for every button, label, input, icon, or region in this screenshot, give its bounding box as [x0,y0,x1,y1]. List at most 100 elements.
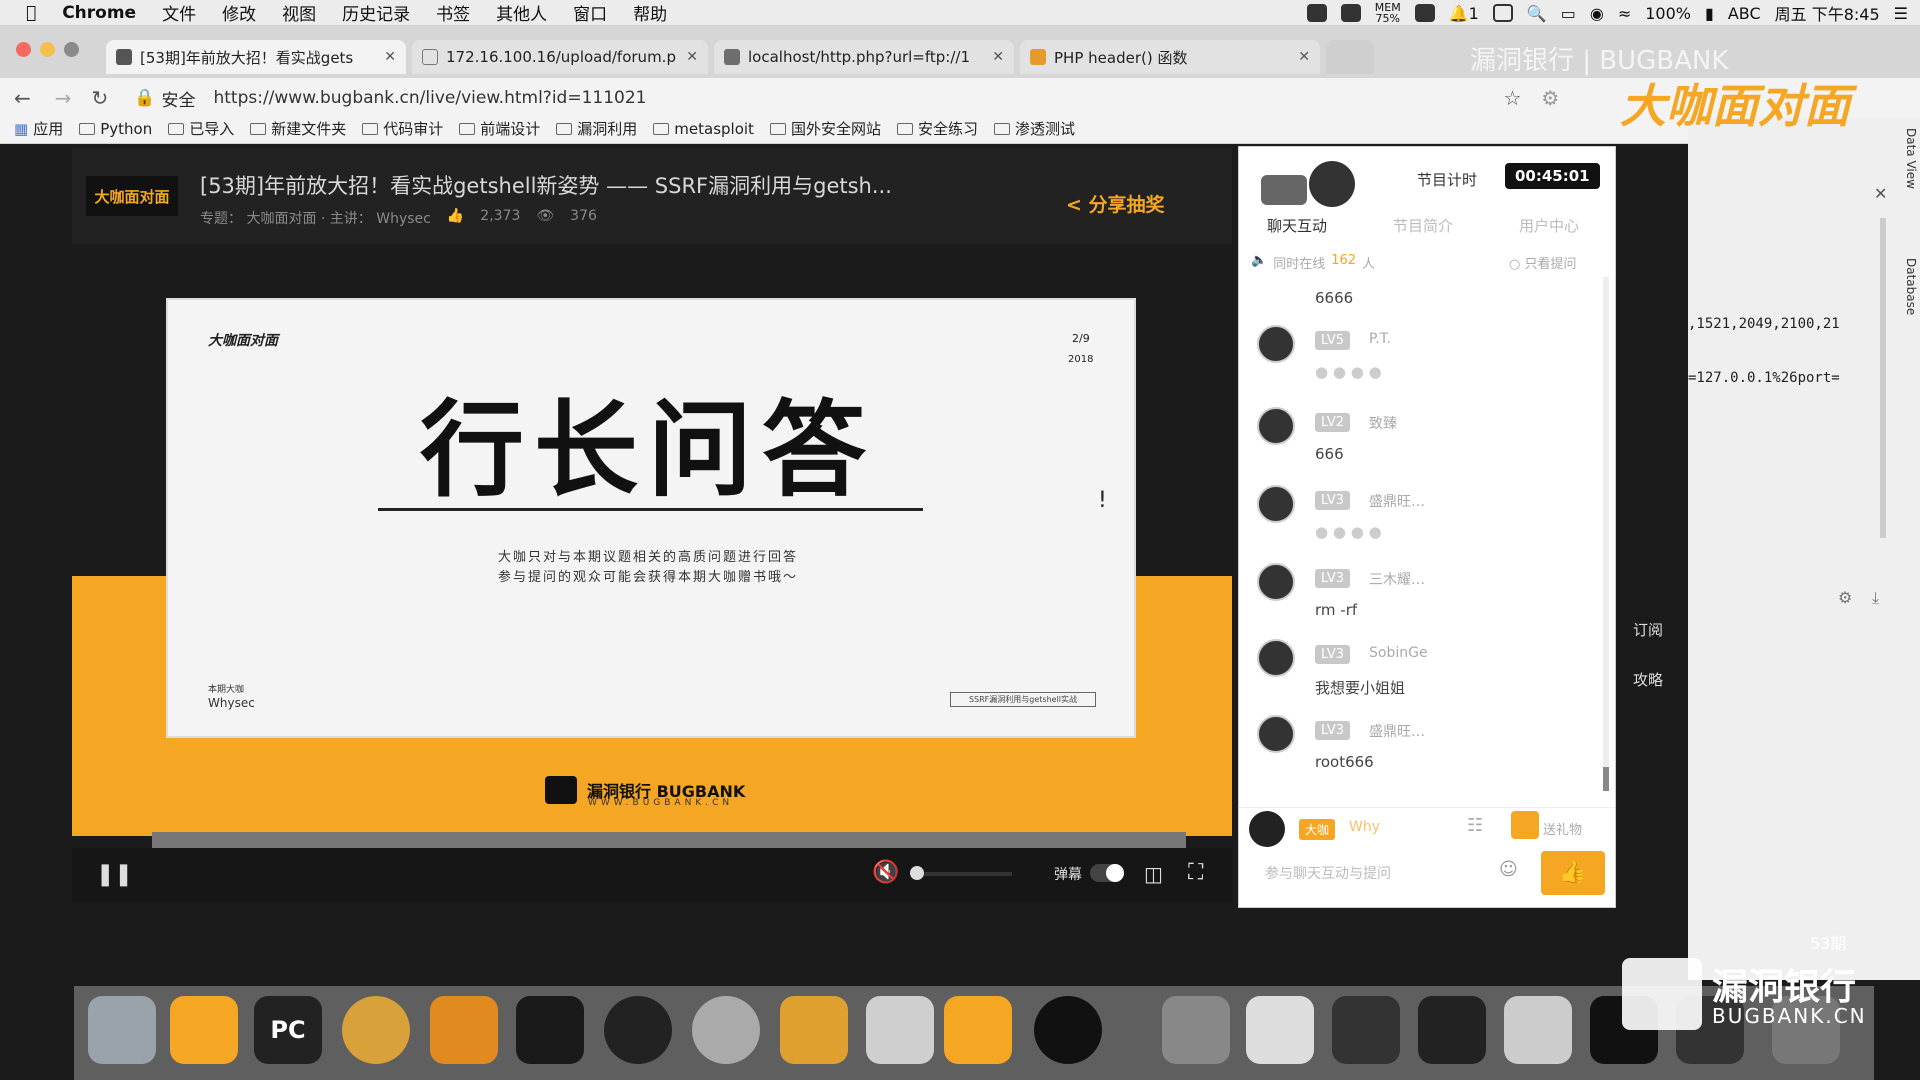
tab-chat[interactable]: 聊天互动 [1267,215,1327,236]
gift-icon[interactable] [1511,811,1539,839]
close-icon[interactable]: ✕ [1874,184,1887,203]
bookmark-folder[interactable]: 国外安全网站 [769,118,881,139]
menu-window[interactable]: 窗口 [573,0,607,25]
avatar[interactable] [1257,639,1295,677]
chat-username[interactable]: SobinGe [1369,645,1428,661]
bookmark-folder[interactable]: 已导入 [168,118,234,139]
evernote-icon[interactable] [866,996,934,1064]
chrome-icon[interactable] [342,996,410,1064]
minimize-window-button[interactable] [40,42,55,57]
bookmark-folder[interactable]: Python [79,120,152,138]
status-app-icon-2[interactable] [1414,4,1435,22]
share-lottery-button[interactable]: < 分享抽奖 [1066,190,1165,217]
chat-username[interactable]: 盛鼎旺… [1369,721,1425,741]
status-app-icon[interactable] [1306,4,1327,22]
lock-icon[interactable]: 🔒 [134,88,155,108]
download-icon[interactable]: ⤓ [1872,588,1879,608]
transfer-icon[interactable] [780,996,848,1064]
database-tab[interactable]: Database [1898,258,1918,368]
bookmark-folder[interactable]: 前端设计 [459,118,540,139]
ide-scrollbar[interactable] [1880,218,1886,538]
bookmark-folder[interactable]: 安全练习 [896,118,978,139]
show-logo[interactable]: 大咖面对面 [86,176,178,216]
menu-view[interactable]: 视图 [282,0,316,25]
volume-slider[interactable] [912,872,1012,876]
tab-php[interactable]: PHP header() 函数 ✕ [1020,40,1320,74]
fullscreen-icon[interactable]: ⛶ [1188,860,1203,885]
send-gift-label[interactable]: 送礼物 [1543,819,1582,838]
sublime-icon[interactable] [430,996,498,1064]
window-preview[interactable] [1246,996,1314,1064]
avatar[interactable] [1257,407,1295,445]
folder-icon[interactable] [1162,996,1230,1064]
pycharm-icon[interactable]: PC [254,996,322,1064]
avatar[interactable] [1257,563,1295,601]
tab-intro[interactable]: 节目简介 [1393,215,1453,236]
forward-icon[interactable]: → [55,86,72,110]
avatar[interactable] [1257,485,1295,523]
notification-count[interactable]: 🔔1 [1449,4,1479,23]
close-icon[interactable]: ✕ [686,49,698,65]
vpn-icon[interactable]: ◉ [1590,4,1604,23]
terminal-icon[interactable] [516,996,584,1064]
wechat-status-icon[interactable] [1340,4,1361,22]
notes-icon[interactable]: ☷ [1467,815,1483,836]
gear-icon[interactable]: ⚙ [1838,588,1852,607]
list-icon[interactable]: ☰ [1894,4,1908,23]
menu-people[interactable]: 其他人 [496,0,547,25]
close-icon[interactable]: ✕ [1298,49,1310,65]
window-preview[interactable] [1418,996,1486,1064]
subscribe-button[interactable]: 订阅 [1622,612,1674,648]
bookmark-folder[interactable]: 新建文件夹 [250,118,346,139]
bookmark-folder[interactable]: 代码审计 [362,118,443,139]
chat-username[interactable]: 盛鼎旺… [1369,491,1425,511]
chat-scrollbar[interactable] [1603,277,1609,787]
battery-status[interactable]: 100% [1645,4,1691,23]
wifi-icon[interactable]: ≈ [1618,4,1631,23]
obs-icon[interactable] [1034,996,1102,1064]
back-icon[interactable]: ← [14,86,31,110]
volume-knob[interactable] [910,866,924,880]
memory-indicator[interactable]: MEM 75% [1375,2,1401,24]
extension-icon[interactable]: ⚙ [1541,86,1559,110]
url-field[interactable]: https://www.bugbank.cn/live/view.html?id… [213,88,1503,108]
wechat-icon[interactable] [692,996,760,1064]
pause-icon[interactable]: ❚❚ [96,862,133,887]
window-preview[interactable] [1332,996,1400,1064]
airplay-icon[interactable]: ▭ [1561,4,1576,23]
data-view-tab[interactable]: Data View [1898,128,1918,248]
bookmark-apps[interactable]: ▦ 应用 [14,118,63,139]
close-icon[interactable]: ✕ [992,49,1004,65]
layout-icon[interactable]: ◫ [1144,862,1163,886]
chat-username[interactable]: 致臻 [1369,413,1397,433]
avatar[interactable] [1257,325,1295,363]
tab-localhost[interactable]: localhost/http.php?url=ftp://1 ✕ [714,40,1014,74]
tab-user-center[interactable]: 用户中心 [1519,215,1579,236]
tab-live[interactable]: [53期]年前放大招！看实战gets ✕ [106,40,406,74]
window-preview[interactable] [1504,996,1572,1064]
reload-icon[interactable]: ↻ [92,86,109,110]
emoji-icon[interactable]: ☺ [1499,859,1518,880]
apple-icon[interactable]:  [26,3,36,23]
menu-bookmarks[interactable]: 书签 [436,0,470,25]
qq-icon[interactable] [604,996,672,1064]
close-icon[interactable]: ✕ [384,49,396,65]
screen-icon[interactable] [1492,4,1513,22]
input-method[interactable]: ABC [1728,4,1761,23]
star-icon[interactable]: ☆ [1503,86,1521,110]
new-tab-button[interactable] [1326,40,1374,74]
tab-forum[interactable]: 172.16.100.16/upload/forum.p ✕ [412,40,708,74]
netease-music-icon[interactable] [170,996,238,1064]
like-button[interactable]: 👍 [1541,851,1605,895]
zoom-window-button[interactable] [64,42,79,57]
only-questions-toggle[interactable]: ○ 只看提问 [1509,253,1577,272]
self-avatar[interactable] [1249,811,1285,847]
clock[interactable]: 周五 下午8:45 [1775,1,1880,25]
avatar[interactable] [1257,715,1295,753]
menu-edit[interactable]: 修改 [222,0,256,25]
bookmark-folder[interactable]: 渗透测试 [993,118,1075,139]
bookmark-folder[interactable]: metasploit [653,120,754,138]
mute-icon[interactable]: 🔇 [872,860,899,885]
menu-history[interactable]: 历史记录 [342,0,410,25]
finder-icon[interactable] [88,996,156,1064]
